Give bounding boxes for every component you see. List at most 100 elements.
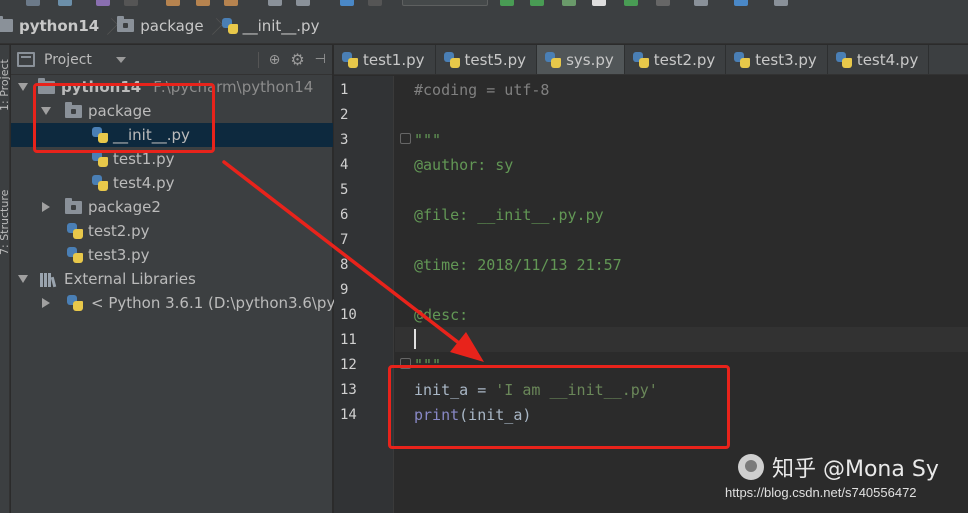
chevron-right-icon[interactable]	[42, 202, 50, 212]
editor-tabs: test1.py test5.py sys.py test2.py test3.py te…	[334, 45, 968, 75]
redo-icon[interactable]	[124, 0, 138, 6]
watermark-zhihu: 知乎 @Mona Sy	[738, 451, 939, 483]
coverage-icon[interactable]	[562, 0, 576, 6]
line-number: 8	[340, 257, 349, 273]
folder-icon	[117, 16, 135, 32]
breadcrumb-project[interactable]: python14	[0, 8, 99, 44]
tab-label: test2.py	[653, 51, 716, 69]
python-file-icon	[92, 151, 108, 167]
hide-panel-icon[interactable]: ⊣	[315, 52, 326, 67]
find-icon[interactable]	[268, 0, 282, 6]
gear-icon[interactable]: ⚙	[290, 50, 304, 69]
python-file-icon	[92, 175, 108, 191]
breadcrumb-package-label: package	[140, 16, 204, 35]
breadcrumb-file-label: __init__.py	[242, 16, 320, 35]
chevron-down-icon[interactable]	[115, 56, 126, 63]
copy-icon[interactable]	[196, 0, 210, 6]
scroll-from-source-icon[interactable]: ⊕	[269, 52, 281, 68]
line-number: 2	[340, 107, 349, 123]
line-number-gutter: 1 2 3 4 5 6 7 8 9 10 11 12 13 14	[334, 76, 394, 513]
line-number: 7	[340, 232, 349, 248]
tree-item-external-libraries[interactable]: External Libraries	[11, 267, 333, 291]
code-line-8: @time: 2018/11/13 21:57	[414, 256, 622, 274]
line-number: 1	[340, 82, 349, 98]
debug-icon[interactable]	[530, 0, 544, 6]
structure-icon[interactable]	[774, 0, 788, 6]
tree-item-test3[interactable]: test3.py	[11, 243, 333, 267]
save-icon[interactable]	[26, 0, 40, 6]
tree-item-test4-label: test4.py	[113, 174, 175, 192]
tree-item-python-sdk[interactable]: < Python 3.6.1 (D:\python3.6\pytho	[11, 291, 360, 315]
tool-window-strip: 1: Project 7: Structure	[0, 45, 11, 513]
python-file-icon	[835, 52, 852, 68]
back-icon[interactable]	[340, 0, 354, 6]
tab-test2-py[interactable]: test2.py	[625, 45, 727, 74]
watermark-zhihu-text: 知乎 @Mona Sy	[772, 457, 939, 482]
python-file-icon	[443, 52, 460, 68]
python-file-icon	[67, 247, 83, 263]
tab-label: test1.py	[363, 51, 425, 69]
python-file-icon	[67, 223, 83, 239]
tab-label: sys.py	[566, 51, 614, 69]
current-line-highlight	[395, 327, 968, 352]
cut-icon[interactable]	[166, 0, 180, 6]
line-number: 12	[340, 357, 357, 373]
settings-icon[interactable]	[694, 0, 708, 6]
python-file-icon	[734, 52, 751, 68]
code-line-10: @desc:	[414, 306, 469, 324]
avatar	[738, 454, 764, 480]
chevron-down-icon[interactable]	[18, 275, 28, 283]
tree-item-package2-label: package2	[88, 198, 161, 216]
tree-item-test4[interactable]: test4.py	[11, 171, 333, 195]
fold-marker-icon[interactable]	[400, 133, 411, 144]
line-number: 9	[340, 282, 349, 298]
tree-item-test2-label: test2.py	[88, 222, 150, 240]
undo-icon[interactable]	[96, 0, 110, 6]
tab-test1-py[interactable]: test1.py	[334, 45, 436, 74]
breadcrumb-package[interactable]: package	[117, 8, 204, 44]
folder-icon	[65, 197, 82, 214]
breadcrumb-file[interactable]: __init__.py	[221, 8, 320, 44]
line-number: 11	[340, 332, 357, 348]
code-line-6: @file: __init__.py.py	[414, 206, 604, 224]
tab-test5-py[interactable]: test5.py	[436, 45, 538, 74]
replace-icon[interactable]	[296, 0, 310, 6]
annotation-box-code	[388, 365, 730, 449]
tab-test3-py[interactable]: test3.py	[726, 45, 828, 74]
profile-icon[interactable]	[592, 0, 606, 6]
forward-icon[interactable]	[368, 0, 382, 6]
line-number: 13	[340, 382, 357, 398]
text-caret	[414, 329, 416, 349]
python-file-icon	[545, 52, 562, 68]
concurrency-icon[interactable]	[624, 0, 638, 6]
tree-item-test2[interactable]: test2.py	[11, 219, 333, 243]
python-file-icon	[221, 17, 238, 34]
vcs-icon[interactable]	[734, 0, 748, 6]
watermark-url: https://blog.csdn.net/s740556472	[725, 485, 917, 500]
line-number: 14	[340, 407, 357, 423]
folder-icon	[0, 16, 13, 32]
project-panel-title[interactable]: Project	[44, 52, 92, 68]
paste-icon[interactable]	[224, 0, 238, 6]
tab-sys-py[interactable]: sys.py	[537, 45, 625, 74]
tree-item-python-sdk-label: < Python 3.6.1 (D:\python3.6\pytho	[91, 294, 360, 312]
toolbar-divider	[257, 51, 259, 68]
tab-label: test5.py	[464, 51, 527, 69]
python-file-icon	[632, 52, 649, 68]
line-number: 4	[340, 157, 349, 173]
stop-icon[interactable]	[656, 0, 670, 6]
run-icon[interactable]	[500, 0, 514, 6]
tree-item-test3-label: test3.py	[88, 246, 150, 264]
breadcrumb-separator	[208, 8, 216, 44]
run-config-select[interactable]	[402, 0, 488, 6]
chevron-down-icon[interactable]	[18, 83, 28, 91]
chevron-right-icon[interactable]	[42, 298, 50, 308]
tab-label: test4.py	[856, 51, 919, 69]
project-panel-header: Project ⊕ ⚙ ⊣	[11, 45, 332, 75]
sync-icon[interactable]	[58, 0, 72, 6]
line-number: 5	[340, 182, 349, 198]
tree-item-package2[interactable]: package2	[11, 195, 333, 219]
code-line-3: """	[414, 131, 442, 149]
tree-item-external-libraries-label: External Libraries	[64, 270, 196, 288]
tab-test4-py[interactable]: test4.py	[828, 45, 930, 74]
